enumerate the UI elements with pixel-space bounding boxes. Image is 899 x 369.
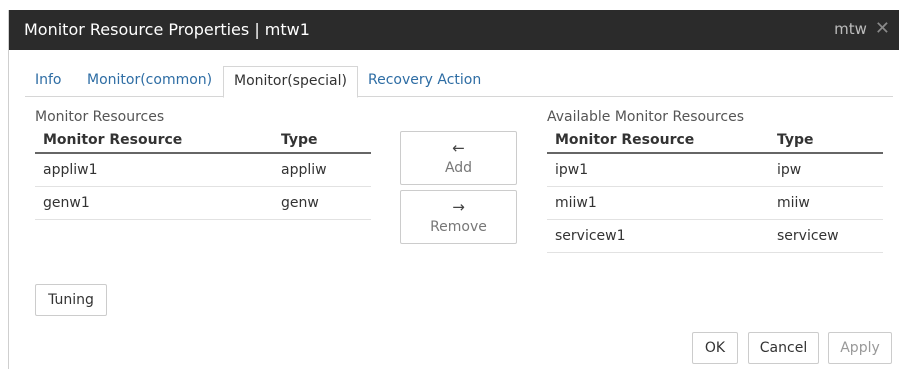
page-top-strip [0, 0, 899, 10]
arrow-right-icon: → [452, 198, 465, 216]
tab-bar: Info Monitor(common) Monitor(special) Re… [25, 66, 893, 98]
cell-type: servicew [769, 219, 883, 253]
table-row[interactable]: appliw1 appliw [35, 153, 371, 187]
close-icon[interactable]: ✕ [875, 20, 890, 38]
available-resources-heading: Available Monitor Resources [547, 109, 744, 125]
add-button[interactable]: ← Add [400, 131, 517, 185]
cluster-label: mtw [834, 20, 867, 38]
column-header-type: Type [769, 128, 883, 154]
table-row[interactable]: miiw1 miiw [547, 186, 883, 220]
tab-info[interactable]: Info [25, 66, 72, 97]
available-resources-table: Monitor Resource Type ipw1 ipw miiw1 mii… [547, 128, 883, 253]
table-row[interactable]: genw1 genw [35, 186, 371, 220]
arrow-left-icon: ← [452, 139, 465, 157]
dialog-title: Monitor Resource Properties | mtw1 [24, 20, 310, 39]
monitor-resources-heading: Monitor Resources [35, 109, 165, 125]
tuning-button[interactable]: Tuning [35, 284, 107, 316]
dialog-titlebar: Monitor Resource Properties | mtw1 mtw ✕ [9, 10, 899, 50]
remove-button-label: Remove [430, 219, 487, 235]
cell-type: appliw [273, 153, 371, 187]
tab-recovery-action[interactable]: Recovery Action [358, 66, 491, 97]
column-header-monitor-resource: Monitor Resource [547, 128, 769, 154]
monitor-resources-table: Monitor Resource Type appliw1 appliw gen… [35, 128, 371, 220]
table-header-row: Monitor Resource Type [547, 128, 883, 154]
cell-monitor-resource: servicew1 [547, 219, 769, 253]
cell-monitor-resource: miiw1 [547, 186, 769, 220]
tab-monitor-special[interactable]: Monitor(special) [223, 66, 358, 98]
cell-type: ipw [769, 153, 883, 187]
column-header-type: Type [273, 128, 371, 154]
table-row[interactable]: servicew1 servicew [547, 219, 883, 253]
ok-button[interactable]: OK [692, 332, 738, 364]
apply-button[interactable]: Apply [828, 332, 892, 364]
properties-dialog: Monitor Resource Properties | mtw1 mtw ✕… [8, 10, 899, 369]
cell-type: miiw [769, 186, 883, 220]
cancel-button[interactable]: Cancel [748, 332, 819, 364]
table-row[interactable]: ipw1 ipw [547, 153, 883, 187]
tab-monitor-common[interactable]: Monitor(common) [77, 66, 222, 97]
titlebar-right: mtw ✕ [834, 20, 890, 39]
column-header-monitor-resource: Monitor Resource [35, 128, 273, 154]
cell-type: genw [273, 186, 371, 220]
remove-button[interactable]: → Remove [400, 190, 517, 244]
table-header-row: Monitor Resource Type [35, 128, 371, 154]
add-button-label: Add [444, 160, 473, 176]
cell-monitor-resource: appliw1 [35, 153, 273, 187]
cell-monitor-resource: ipw1 [547, 153, 769, 187]
cell-monitor-resource: genw1 [35, 186, 273, 220]
